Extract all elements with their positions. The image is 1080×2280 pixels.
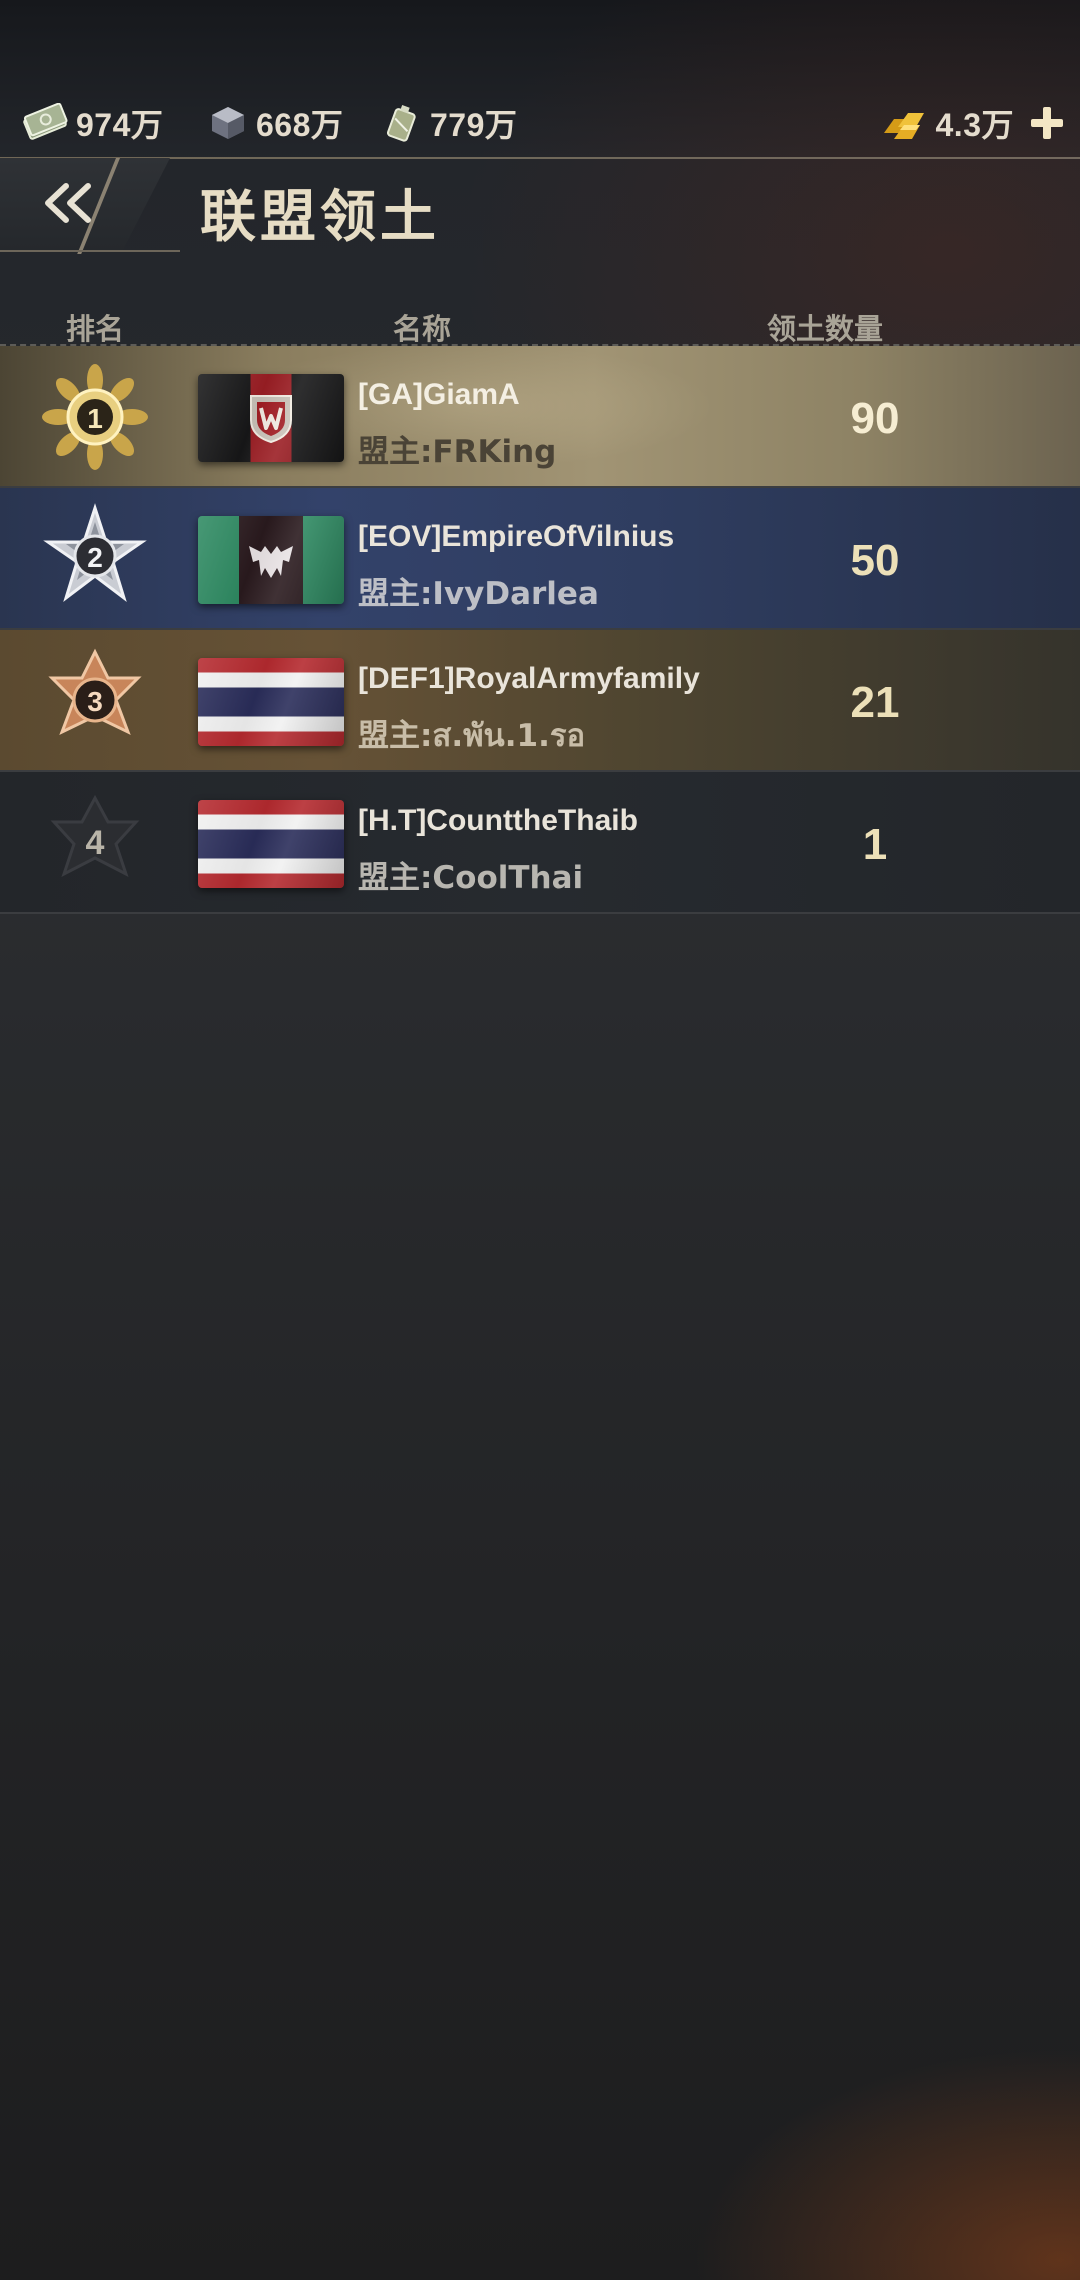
oil-amount: 779万 bbox=[430, 107, 518, 143]
leader-label: 盟主: bbox=[358, 718, 433, 754]
dark-star-badge-icon: 4 bbox=[50, 794, 140, 878]
leader-label: 盟主: bbox=[358, 434, 433, 470]
gold-resource[interactable]: 4.3万 bbox=[880, 90, 1067, 156]
add-gold-button[interactable] bbox=[1028, 104, 1066, 142]
leader-name: ส.พัน.1.รอ bbox=[432, 718, 586, 754]
alliance-name: [H.T]CounttheThaib bbox=[358, 804, 638, 837]
leader-label: 盟主: bbox=[358, 860, 433, 896]
alliance-leader: 盟主:IvyDarlea bbox=[358, 568, 599, 613]
flag-shading bbox=[198, 658, 344, 746]
alliance-leader: 盟主:CoolThai bbox=[358, 852, 583, 897]
territory-count: 21 bbox=[850, 678, 900, 727]
rank-number: 2 bbox=[87, 542, 103, 573]
bronze-medal-icon: 3 bbox=[48, 648, 142, 735]
alliance-flag bbox=[198, 800, 344, 888]
money-resource[interactable]: 974万 bbox=[22, 90, 163, 156]
oil-canister-icon bbox=[386, 104, 416, 142]
alliance-leader: 盟主:FRKing bbox=[358, 426, 556, 471]
flag-shading bbox=[198, 800, 344, 888]
alliance-leader: 盟主:ส.พัน.1.รอ bbox=[358, 710, 585, 760]
alliance-name: [GA]GiamA bbox=[358, 378, 520, 411]
territory-count: 1 bbox=[862, 820, 888, 869]
leader-name: CoolThai bbox=[432, 860, 584, 896]
ranking-row-4[interactable]: 4 [H.T]CounttheThaib 盟主:CoolThai 1 bbox=[0, 772, 1080, 914]
resource-bar: 974万 668万 779万 4.3万 bbox=[0, 90, 1080, 156]
leader-label: 盟主: bbox=[358, 576, 433, 612]
gold-bars-icon bbox=[883, 113, 924, 139]
column-header-rank: 排名 bbox=[66, 312, 125, 346]
rank-number: 4 bbox=[86, 824, 105, 862]
oil-resource[interactable]: 779万 bbox=[382, 90, 517, 156]
double-chevron-left-icon[interactable] bbox=[40, 180, 100, 226]
steel-resource[interactable]: 668万 bbox=[208, 90, 343, 156]
rank-number: 1 bbox=[87, 403, 103, 434]
territory-count: 50 bbox=[850, 536, 900, 585]
gold-medal-icon: 1 bbox=[42, 364, 148, 470]
flag-shading bbox=[198, 516, 344, 604]
flag-shading bbox=[198, 374, 344, 462]
rank-number: 3 bbox=[87, 686, 103, 717]
alliance-flag bbox=[198, 516, 344, 604]
money-amount: 974万 bbox=[76, 107, 164, 143]
steel-ingot-icon bbox=[212, 107, 244, 139]
silver-medal-icon: 2 bbox=[43, 503, 147, 602]
ranking-row-3[interactable]: 3 [DEF1]RoyalArmyfamily 盟主:ส.พัน.1.รอ 21 bbox=[0, 630, 1080, 772]
leader-name: FRKing bbox=[432, 434, 557, 470]
alliance-name: [DEF1]RoyalArmyfamily bbox=[358, 662, 700, 695]
leader-name: IvyDarlea bbox=[432, 576, 599, 612]
alliance-flag bbox=[198, 658, 344, 746]
alliance-flag bbox=[198, 374, 344, 462]
gold-amount: 4.3万 bbox=[935, 107, 1014, 143]
page-title: 联盟领土 bbox=[200, 185, 440, 250]
alliance-ranking-list: 1 [GA]GiamA 盟主:FRKing 90 2 [EOV]EmpireOf… bbox=[0, 346, 1080, 914]
column-header-territory: 领土数量 bbox=[767, 312, 884, 346]
cash-stack-icon bbox=[23, 103, 68, 140]
territory-count: 90 bbox=[850, 394, 900, 443]
steel-amount: 668万 bbox=[256, 107, 344, 143]
ranking-row-1[interactable]: 1 [GA]GiamA 盟主:FRKing 90 bbox=[0, 346, 1080, 488]
alliance-name: [EOV]EmpireOfVilnius bbox=[358, 520, 675, 553]
header-divider bbox=[0, 250, 180, 252]
column-header-name: 名称 bbox=[393, 312, 452, 346]
ranking-row-2[interactable]: 2 [EOV]EmpireOfVilnius 盟主:IvyDarlea 50 bbox=[0, 488, 1080, 630]
